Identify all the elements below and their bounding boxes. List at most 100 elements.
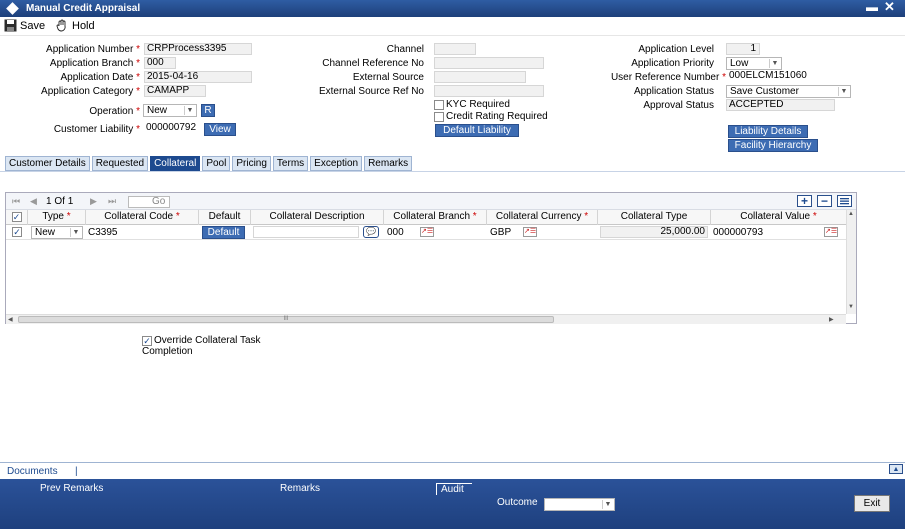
application-category-label: Application Category * [41,86,140,97]
add-row-icon[interactable]: + [797,195,812,207]
application-date-field[interactable]: 2015-04-16 [144,71,252,83]
documents-bar: Documents | ▲ [0,462,905,479]
application-number-label: Application Number * [46,44,140,55]
first-page-icon[interactable]: ⏮ [12,196,20,207]
delete-row-icon[interactable]: − [817,195,832,207]
horizontal-scrollbar[interactable]: ◀ III ▶ [6,314,846,324]
collateral-grid: ⏮ ◀ 1 Of 1 ▶ ⏭ Go + − ✓ Type * Collatera… [5,192,857,324]
operation-r-button[interactable]: R [201,104,215,117]
row-collateral-type[interactable]: 25,000.00 [600,226,708,238]
comment-icon[interactable]: 💬 [363,226,379,238]
row-collateral-branch[interactable]: 000 [387,227,404,239]
scroll-up-icon[interactable]: ▲ [848,211,854,217]
scroll-thumb[interactable]: III [18,316,554,323]
kyc-required-checkbox[interactable] [434,100,444,110]
col-default: Default [199,210,251,225]
user-reference-label: User Reference Number * [610,72,726,83]
customer-liability-field[interactable]: 000000792 [144,123,204,135]
approval-status-field: ACCEPTED [726,99,835,111]
external-source-ref-label: External Source Ref No [318,86,424,97]
tab-requested[interactable]: Requested [91,156,149,171]
tab-exception[interactable]: Exception [310,156,363,171]
action-bar: Prev Remarks Remarks Audit Outcome ▼ Exi… [0,479,905,529]
row-collateral-description[interactable] [253,226,359,238]
outcome-select[interactable]: ▼ [544,498,615,511]
operation-label: Operation * [89,106,140,117]
select-all-checkbox[interactable]: ✓ [11,212,22,222]
documents-link[interactable]: Documents [7,466,58,477]
col-collateral-currency: Collateral Currency * [487,210,598,225]
table-row[interactable]: ✓ New ▼ C3395 Default 💬 000 ↗☰ GBP ↗☰ 25,… [6,225,846,240]
tab-remarks[interactable]: Remarks [364,156,413,171]
col-collateral-value: Collateral Value * [740,211,817,222]
application-level-field[interactable]: 1 [726,43,760,55]
vertical-scrollbar[interactable]: ▲ ▼ [846,210,856,314]
scroll-down-icon[interactable]: ▼ [848,304,854,310]
minimize-icon[interactable]: ▬ [866,0,878,14]
audit-tab[interactable]: Audit [436,483,472,495]
single-view-icon[interactable] [837,195,852,207]
liability-details-button[interactable]: Liability Details [728,125,808,138]
documents-separator: | [75,466,78,477]
application-level-label: Application Level [638,44,714,55]
application-category-field[interactable]: CAMAPP [144,85,206,97]
go-button[interactable]: Go [152,196,165,207]
tab-terms[interactable]: Terms [272,156,309,171]
value-lov-icon[interactable]: ↗☰ [824,227,838,237]
save-button[interactable]: Save [4,19,45,32]
pager-text: 1 Of 1 [46,196,74,207]
scroll-right-icon[interactable]: ▶ [829,316,834,323]
chevron-down-icon: ▼ [838,87,849,96]
scroll-left-icon[interactable]: ◀ [8,316,13,323]
channel-reference-field[interactable] [434,57,544,69]
close-icon[interactable]: ✕ [884,0,895,15]
app-diamond-icon [6,2,19,15]
row-collateral-value[interactable]: 000000793 [713,227,763,239]
tab-pricing[interactable]: Pricing [232,156,271,171]
tab-customer-details[interactable]: Customer Details [5,156,90,171]
application-status-select[interactable]: Save Customer ▼ [726,85,851,98]
override-collateral-checkbox[interactable]: ✓ [142,336,152,346]
default-liability-button[interactable]: Default Liability [435,124,519,137]
override-label-line1: Override Collateral Task [154,335,261,346]
last-page-icon[interactable]: ⏭ [108,196,116,207]
row-collateral-code[interactable]: C3395 [88,227,117,239]
currency-lov-icon[interactable]: ↗☰ [523,227,537,237]
grid-toolbar: ⏮ ◀ 1 Of 1 ▶ ⏭ Go + − [6,193,856,210]
tab-collateral[interactable]: Collateral [150,156,201,171]
outcome-label: Outcome [497,497,538,508]
application-number-field[interactable]: CRPProcess3395 [144,43,252,55]
col-collateral-code: Collateral Code * [86,210,199,225]
chevron-down-icon: ▼ [184,106,195,115]
row-default-button[interactable]: Default [202,226,245,239]
row-checkbox[interactable]: ✓ [12,227,22,237]
external-source-label: External Source [352,72,424,83]
application-priority-label: Application Priority [631,58,714,69]
next-page-icon[interactable]: ▶ [90,196,97,207]
prev-remarks-label: Prev Remarks [40,483,104,494]
channel-label: Channel [386,44,424,55]
expand-up-icon[interactable]: ▲ [889,464,903,474]
tab-pool[interactable]: Pool [202,156,231,171]
credit-rating-checkbox[interactable] [434,112,444,122]
application-branch-field[interactable]: 000 [144,57,176,69]
operation-select[interactable]: New ▼ [143,104,197,117]
chevron-down-icon: ▼ [769,59,780,68]
branch-lov-icon[interactable]: ↗☰ [420,227,434,237]
application-priority-select[interactable]: Low ▼ [726,57,782,70]
row-type-select[interactable]: New ▼ [31,226,83,239]
channel-field[interactable] [434,43,476,55]
hold-button[interactable]: Hold [56,19,95,32]
view-button[interactable]: View [204,123,236,136]
application-branch-label: Application Branch * [49,58,140,69]
prev-page-icon[interactable]: ◀ [30,196,37,207]
external-source-field[interactable] [434,71,526,83]
facility-hierarchy-button[interactable]: Facility Hierarchy [728,139,818,152]
hold-label: Hold [72,19,95,32]
select-all-cell: ✓ [6,210,28,225]
user-reference-field[interactable]: 000ELCM151060 [727,71,819,83]
exit-button[interactable]: Exit [854,495,890,512]
chevron-down-icon: ▼ [70,228,81,237]
external-source-ref-field[interactable] [434,85,544,97]
row-collateral-currency[interactable]: GBP [490,227,511,239]
